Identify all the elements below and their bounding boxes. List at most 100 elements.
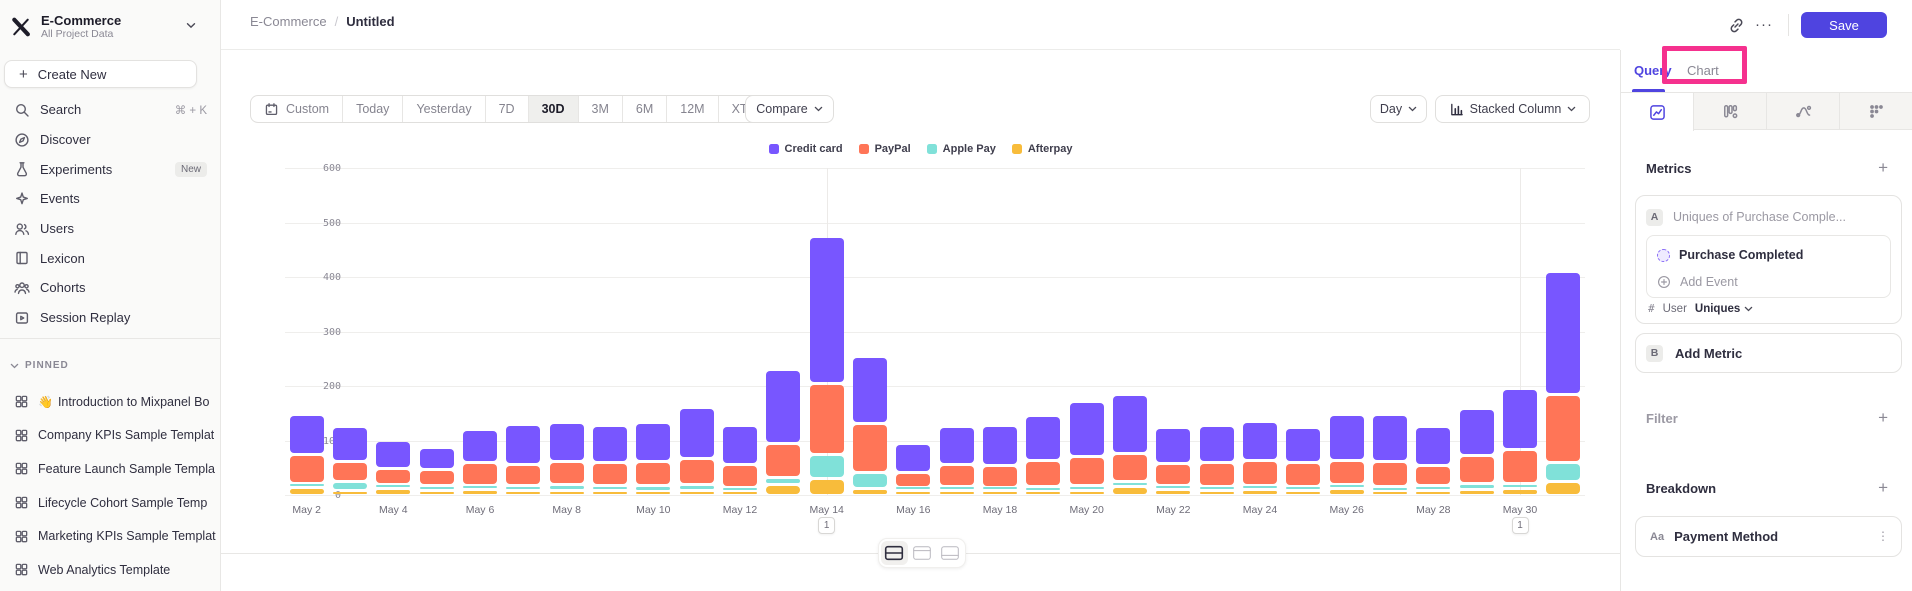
aggregation-row[interactable]: # User Uniques (1648, 302, 1753, 315)
bar-segment-afterpay[interactable] (463, 491, 497, 494)
bar-segment-credit-card[interactable] (550, 424, 584, 460)
breadcrumb-project[interactable]: E-Commerce (250, 14, 327, 29)
bar-segment-apple-pay[interactable] (1200, 487, 1234, 489)
range-3m[interactable]: 3M (579, 96, 623, 122)
bar-segment-paypal[interactable] (593, 464, 627, 484)
bar-segment-apple-pay[interactable] (680, 486, 714, 489)
sidebar-item-discover[interactable]: Discover (0, 125, 221, 155)
bar-segment-afterpay[interactable] (1243, 491, 1277, 494)
add-metric-card[interactable]: B Add Metric (1635, 333, 1902, 373)
bar-segment-credit-card[interactable] (853, 358, 887, 422)
tab-insights[interactable] (1621, 93, 1694, 131)
bar-segment-credit-card[interactable] (636, 424, 670, 460)
bar-segment-afterpay[interactable] (896, 492, 930, 494)
bar-segment-credit-card[interactable] (810, 238, 844, 382)
bar-segment-paypal[interactable] (290, 456, 324, 481)
bar-segment-paypal[interactable] (1460, 457, 1494, 481)
bar-segment-afterpay[interactable] (1546, 483, 1580, 494)
tab-query[interactable]: Query (1634, 63, 1672, 78)
range-12m[interactable]: 12M (667, 96, 718, 122)
bar-segment-apple-pay[interactable] (1546, 464, 1580, 480)
bar-segment-paypal[interactable] (1113, 455, 1147, 480)
add-breakdown-plus-icon[interactable]: + (1878, 480, 1888, 496)
sidebar-item-session-replay[interactable]: Session Replay (0, 303, 221, 333)
bar-segment-credit-card[interactable] (1460, 410, 1494, 454)
bar-segment-paypal[interactable] (1546, 396, 1580, 461)
sidebar-item-search[interactable]: Search⌘ + K (0, 95, 221, 125)
tab-chart[interactable]: Chart (1687, 63, 1719, 78)
bar-segment-paypal[interactable] (983, 467, 1017, 486)
pinned-board-item[interactable]: Marketing KPIs Sample Templat (0, 519, 221, 553)
bar-segment-afterpay[interactable] (593, 492, 627, 494)
bar-segment-credit-card[interactable] (463, 431, 497, 461)
bar-segment-credit-card[interactable] (1113, 396, 1147, 452)
bar-segment-apple-pay[interactable] (1070, 487, 1104, 490)
bar-segment-apple-pay[interactable] (1243, 486, 1277, 488)
range-today[interactable]: Today (343, 96, 403, 122)
bar-segment-apple-pay[interactable] (1026, 488, 1060, 490)
bar-segment-paypal[interactable] (810, 385, 844, 453)
bar-segment-paypal[interactable] (896, 474, 930, 486)
bar-segment-afterpay[interactable] (1113, 488, 1147, 494)
chart-type-dropdown[interactable]: Stacked Column (1435, 95, 1590, 123)
bar-segment-credit-card[interactable] (290, 416, 324, 453)
bar-segment-afterpay[interactable] (1070, 492, 1104, 494)
bar-segment-afterpay[interactable] (1026, 492, 1060, 494)
bar-segment-credit-card[interactable] (1243, 423, 1277, 459)
bar-segment-paypal[interactable] (940, 466, 974, 485)
range-yesterday[interactable]: Yesterday (403, 96, 485, 122)
bar-segment-afterpay[interactable] (1373, 492, 1407, 494)
bar-segment-apple-pay[interactable] (593, 487, 627, 490)
bar-segment-paypal[interactable] (376, 470, 410, 482)
bar-segment-apple-pay[interactable] (506, 487, 540, 489)
sidebar-item-events[interactable]: Events (0, 184, 221, 214)
bar-segment-paypal[interactable] (723, 466, 757, 486)
range-6m[interactable]: 6M (623, 96, 667, 122)
bar-segment-credit-card[interactable] (1026, 417, 1060, 459)
bar-segment-afterpay[interactable] (1460, 491, 1494, 494)
bar-segment-paypal[interactable] (550, 463, 584, 483)
bar-segment-paypal[interactable] (1330, 462, 1364, 483)
bar-segment-apple-pay[interactable] (853, 474, 887, 487)
bar-segment-credit-card[interactable] (1416, 428, 1450, 464)
bar-segment-afterpay[interactable] (1503, 490, 1537, 494)
range-30d[interactable]: 30D (529, 96, 579, 122)
bar-segment-apple-pay[interactable] (1460, 485, 1494, 489)
breakdown-card[interactable]: Aa Payment Method ⋮ (1635, 516, 1902, 557)
bar-segment-credit-card[interactable] (593, 427, 627, 461)
legend-item-afterpay[interactable]: Afterpay (1012, 143, 1073, 155)
add-event-row[interactable]: Add Event (1657, 270, 1738, 294)
bar-segment-apple-pay[interactable] (333, 483, 367, 489)
bar-segment-afterpay[interactable] (723, 492, 757, 494)
bar-segment-apple-pay[interactable] (463, 486, 497, 488)
bar-segment-credit-card[interactable] (1286, 429, 1320, 461)
bar-segment-afterpay[interactable] (1156, 491, 1190, 494)
layout-split-button[interactable] (881, 541, 908, 565)
tab-retention[interactable] (1840, 93, 1912, 129)
layout-chart-only-button[interactable] (909, 541, 936, 565)
legend-item-credit-card[interactable]: Credit card (769, 143, 843, 155)
bar-segment-afterpay[interactable] (680, 492, 714, 494)
bar-segment-credit-card[interactable] (506, 426, 540, 463)
bar-segment-apple-pay[interactable] (1330, 485, 1364, 487)
bar-segment-afterpay[interactable] (420, 492, 454, 494)
bar-segment-paypal[interactable] (1200, 464, 1234, 485)
bar-segment-paypal[interactable] (1416, 467, 1450, 484)
bar-segment-afterpay[interactable] (940, 492, 974, 494)
bar-segment-paypal[interactable] (680, 460, 714, 483)
bar-segment-paypal[interactable] (636, 463, 670, 485)
save-button[interactable]: Save (1801, 12, 1887, 38)
pinned-board-item[interactable]: Web Analytics Template (0, 553, 221, 587)
legend-item-paypal[interactable]: PayPal (859, 143, 911, 155)
bar-segment-paypal[interactable] (1026, 462, 1060, 485)
bar-segment-afterpay[interactable] (983, 492, 1017, 494)
pinned-board-item[interactable]: Feature Launch Sample Templa (0, 452, 221, 486)
bar-segment-afterpay[interactable] (810, 480, 844, 493)
bar-segment-paypal[interactable] (420, 471, 454, 483)
bar-segment-apple-pay[interactable] (1156, 486, 1190, 488)
annotation-badge[interactable]: 1 (818, 517, 835, 534)
tab-flows[interactable] (1767, 93, 1840, 129)
bar-segment-afterpay[interactable] (506, 492, 540, 494)
granularity-dropdown[interactable]: Day (1370, 95, 1427, 123)
bar-segment-credit-card[interactable] (983, 427, 1017, 464)
